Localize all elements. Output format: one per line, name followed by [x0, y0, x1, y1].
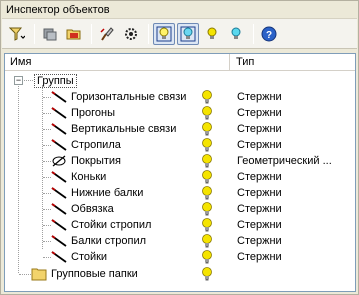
bulb-yellow-icon [207, 27, 217, 39]
toolbar-separator [148, 23, 149, 44]
tree-item-label: Стойки [71, 251, 108, 263]
geometry-icon [52, 155, 66, 167]
tree-row[interactable]: Нижние балки Стержни [5, 185, 355, 201]
rod-icon [51, 91, 67, 103]
tree-folders-row[interactable]: Групповые папки [5, 266, 355, 282]
tree-item-label: Коньки [71, 171, 107, 183]
copy-objects-icon [43, 28, 57, 40]
column-header-name[interactable]: Имя [5, 54, 230, 71]
object-tree-panel: Имя Тип − Группы Горизонтальные связи Сте… [4, 53, 356, 292]
toolbar: ? [2, 18, 357, 49]
brush-button[interactable] [96, 23, 118, 45]
visibility-bulb-icon[interactable] [201, 169, 213, 185]
tree-row[interactable]: Горизонтальные связи Стержни [5, 89, 355, 105]
title-bar: Инспектор объектов [2, 2, 357, 17]
tree-row[interactable]: Коньки Стержни [5, 169, 355, 185]
bulb-color-frame-icon [180, 26, 196, 41]
tree-item-type: Стержни [237, 219, 282, 231]
tree-item-type: Стержни [237, 123, 282, 135]
tree-root-row[interactable]: − Группы [5, 73, 355, 89]
tree-item-label: Обвязка [71, 203, 114, 215]
tree-row[interactable]: Вертикальные связи Стержни [5, 121, 355, 137]
tree-item-label: Нижние балки [71, 187, 144, 199]
brush-tool-icon [100, 26, 114, 41]
tree-row[interactable]: Балки стропил Стержни [5, 233, 355, 249]
tree-item-label: Горизонтальные связи [71, 91, 187, 103]
tree-item-type: Стержни [237, 187, 282, 199]
svg-text:?: ? [266, 30, 272, 41]
visibility-bulb-icon[interactable] [201, 185, 213, 201]
bulb-on-frame-icon [156, 26, 172, 41]
show-color-button[interactable] [177, 22, 199, 45]
tree-item-type: Стержни [237, 107, 282, 119]
tree-item-type: Стержни [237, 91, 282, 103]
show-all-button[interactable] [153, 22, 175, 45]
rod-icon [51, 139, 67, 151]
visibility-bulb-icon[interactable] [201, 217, 213, 233]
tree-item-label: Прогоны [71, 107, 116, 119]
object-tree: − Группы Горизонтальные связи Стержни Прог… [5, 73, 355, 291]
tree-item-type: Стержни [237, 203, 282, 215]
rod-icon [51, 219, 67, 231]
filter-button[interactable] [6, 23, 28, 45]
tree-item-label: Вертикальные связи [71, 123, 177, 135]
object-inspector-window: Инспектор объектов ? Имя Тип − Группы Го… [0, 0, 359, 295]
column-header: Имя Тип [5, 54, 355, 71]
help-icon: ? [261, 26, 277, 41]
tree-item-label: Балки стропил [71, 235, 147, 247]
tree-item-type: Стержни [237, 139, 282, 151]
help-button[interactable]: ? [258, 23, 280, 45]
rod-icon [51, 235, 67, 247]
tree-row[interactable]: Прогоны Стержни [5, 105, 355, 121]
rod-icon [51, 251, 67, 263]
tree-row[interactable]: Стойки стропил Стержни [5, 217, 355, 233]
bulb-yellow-button[interactable] [201, 23, 223, 45]
copy-button[interactable] [39, 23, 61, 45]
visibility-bulb-icon[interactable] [201, 153, 213, 169]
folder-icon [31, 268, 47, 281]
filter-funnel-icon [9, 27, 25, 41]
collapse-icon[interactable]: − [14, 76, 23, 85]
tree-item-type: Стержни [237, 171, 282, 183]
settings-button[interactable] [120, 23, 142, 45]
tree-item-label: Покрытия [71, 155, 121, 167]
visibility-bulb-icon[interactable] [201, 266, 213, 282]
column-header-type[interactable]: Тип [231, 54, 356, 71]
toolbar-separator [91, 23, 92, 44]
visibility-bulb-icon[interactable] [201, 249, 213, 265]
visibility-bulb-icon[interactable] [201, 201, 213, 217]
rod-icon [51, 171, 67, 183]
rod-icon [51, 107, 67, 119]
visibility-bulb-icon[interactable] [201, 89, 213, 105]
visibility-bulb-icon[interactable] [201, 121, 213, 137]
tree-row[interactable]: Обвязка Стержни [5, 201, 355, 217]
window-title: Инспектор объектов [6, 3, 110, 16]
tree-item-type: Стержни [237, 251, 282, 263]
visibility-bulb-icon[interactable] [201, 233, 213, 249]
tree-item-type: Геометрический ... [237, 155, 332, 167]
tree-row[interactable]: Стропила Стержни [5, 137, 355, 153]
tree-item-label: Стропила [71, 139, 121, 151]
toolbar-separator [253, 23, 254, 44]
tree-row[interactable]: Стойки Стержни [5, 249, 355, 265]
rod-icon [51, 203, 67, 215]
toolbar-separator [34, 23, 35, 44]
rod-icon [51, 187, 67, 199]
tree-folders-label: Групповые папки [51, 268, 138, 280]
open-folder-button[interactable] [63, 23, 85, 45]
bulb-cyan-icon [231, 27, 241, 39]
visibility-bulb-icon[interactable] [201, 105, 213, 121]
tree-row[interactable]: Покрытия Геометрический ... [5, 153, 355, 169]
tree-item-type: Стержни [237, 235, 282, 247]
tree-root-label: Группы [34, 74, 77, 88]
settings-gear-icon [125, 27, 137, 40]
rod-icon [51, 123, 67, 135]
bulb-cyan-button[interactable] [225, 23, 247, 45]
open-folder-icon [66, 29, 81, 39]
tree-item-label: Стойки стропил [71, 219, 152, 231]
visibility-bulb-icon[interactable] [201, 137, 213, 153]
